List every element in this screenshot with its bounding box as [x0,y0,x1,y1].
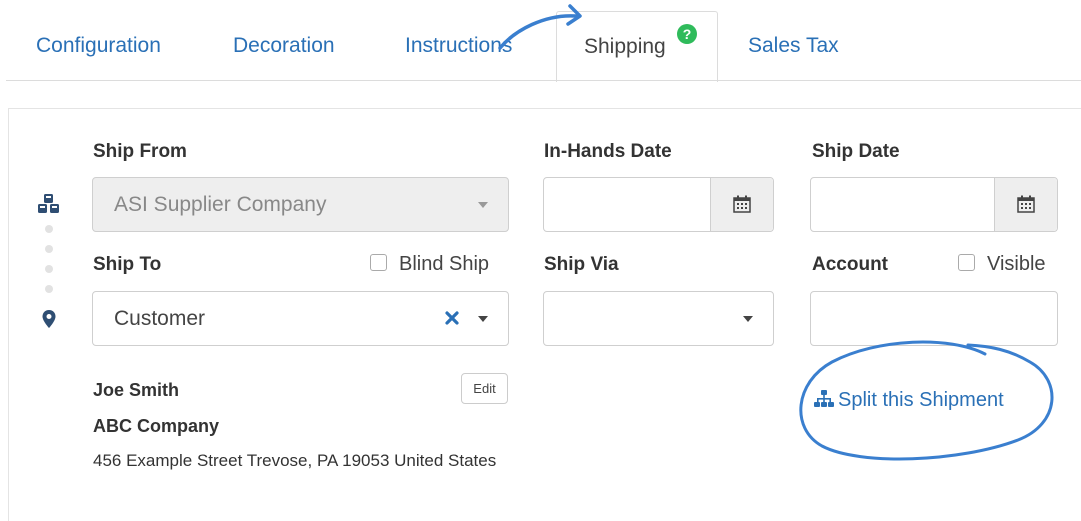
ship-from-label: Ship From [93,141,187,162]
help-badge-icon[interactable]: ? [677,24,697,44]
step-dot [45,285,53,293]
map-marker-icon [42,310,56,328]
tab-instructions[interactable]: Instructions [405,34,512,58]
in-hands-date-label: In-Hands Date [544,141,672,162]
checkbox-box[interactable] [958,254,975,271]
ship-to-value: Customer [114,307,206,330]
ship-from-select[interactable]: ASI Supplier Company [92,177,509,232]
visible-checkbox[interactable]: Visible [958,253,1046,276]
in-hands-date-picker-button[interactable] [710,178,773,231]
account-input[interactable] [810,291,1058,346]
recipient-company: ABC Company [93,416,220,436]
chevron-down-icon [743,316,753,322]
recipient-address: 456 Example Street Trevose, PA 19053 Uni… [93,451,497,470]
calendar-icon [1017,195,1035,213]
ship-via-label: Ship Via [544,254,619,275]
recipient-name: Joe Smith [93,380,180,400]
ship-via-select[interactable] [543,291,774,346]
edit-address-button[interactable]: Edit [461,373,508,404]
step-dot [45,225,53,233]
visible-label: Visible [987,253,1046,275]
in-hands-date-field[interactable] [543,177,774,232]
tab-shipping[interactable]: Shipping ? [556,11,718,82]
blind-ship-checkbox[interactable]: Blind Ship [370,253,489,276]
tab-bar: Configuration Decoration Instructions Sh… [0,0,1081,82]
tab-shipping-label: Shipping [584,35,666,58]
sitemap-icon [814,390,834,407]
ship-date-label: Ship Date [812,141,900,162]
tab-configuration[interactable]: Configuration [36,34,161,58]
account-label: Account [812,254,888,275]
blind-ship-label: Blind Ship [399,253,490,275]
tab-decoration[interactable]: Decoration [233,34,335,58]
split-shipment-label: Split this Shipment [838,389,1004,411]
ship-to-label: Ship To [93,254,162,275]
ship-date-field[interactable] [810,177,1058,232]
calendar-icon [733,195,751,213]
chevron-down-icon [478,202,488,208]
clear-icon[interactable] [445,311,459,330]
chevron-down-icon[interactable] [478,316,488,322]
ship-to-select[interactable]: Customer [92,291,509,346]
tabs-divider [6,80,1081,81]
step-dot [45,265,53,273]
step-dot [45,245,53,253]
ship-from-value: ASI Supplier Company [114,193,327,216]
ship-date-picker-button[interactable] [994,178,1057,231]
split-shipment-link[interactable]: Split this Shipment [814,389,1004,412]
tab-sales-tax[interactable]: Sales Tax [748,34,839,58]
cubes-icon [36,193,62,215]
checkbox-box[interactable] [370,254,387,271]
